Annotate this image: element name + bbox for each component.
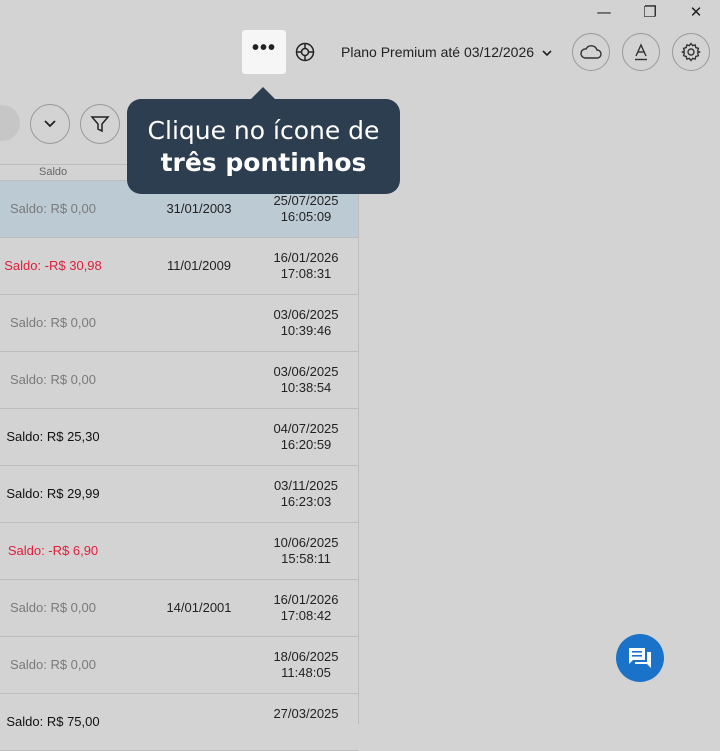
saldo-cell: Saldo: R$ 0,00	[9, 600, 96, 615]
last-update-cell: 18/06/2025 11:48:05	[256, 649, 356, 681]
saldo-cell: Saldo: R$ 0,00	[9, 657, 96, 672]
tooltip-line1: Clique no ícone de	[147, 116, 380, 145]
last-update-time: 16:23:03	[280, 494, 332, 509]
table-row[interactable]: Saldo: -R$ 30,98 11/01/2009 16/01/2026 17:0…	[0, 238, 358, 295]
table-row[interactable]: Saldo: R$ 0,00 03/06/2025 10:39:46	[0, 295, 358, 352]
globe-button[interactable]	[294, 41, 316, 63]
last-update-date: 04/07/2025	[273, 421, 339, 436]
last-update-time: 10:39:46	[280, 323, 332, 338]
saldo-cell: Saldo: R$ 29,99	[6, 486, 100, 501]
last-update-time: 16:20:59	[280, 437, 332, 452]
gear-icon	[681, 42, 701, 62]
last-update-date: 03/06/2025	[273, 364, 339, 379]
minimize-button[interactable]: —	[589, 2, 619, 22]
settings-button[interactable]	[672, 33, 710, 71]
clients-table: Saldo Saldo: R$ 0,00 31/01/2003 25/07/2025…	[0, 164, 359, 751]
table-row[interactable]: Saldo: R$ 25,30 04/07/2025 16:20:59	[0, 409, 358, 466]
filter-button[interactable]	[80, 104, 120, 144]
last-update-cell: 03/06/2025 10:38:54	[256, 364, 356, 396]
last-update-cell: 16/01/2026 17:08:31	[256, 250, 356, 282]
last-update-cell: 03/06/2025 10:39:46	[256, 307, 356, 339]
last-update-time: 16:05:09	[280, 209, 332, 224]
saldo-cell: Saldo: R$ 0,00	[9, 201, 96, 216]
last-update-date: 03/11/2025	[273, 478, 339, 493]
onboarding-tooltip: Clique no ícone de três pontinhos	[127, 99, 400, 194]
font-icon	[635, 43, 647, 61]
tooltip-line2: três pontinhos	[160, 148, 367, 177]
minimize-icon: —	[596, 3, 612, 21]
last-update-time: 11:48:05	[281, 665, 331, 680]
birth-date-cell: 31/01/2003	[166, 201, 232, 216]
close-icon: ✕	[689, 3, 703, 21]
last-update-cell: 04/07/2025 16:20:59	[256, 421, 356, 453]
font-button[interactable]	[622, 33, 660, 71]
chat-icon	[629, 648, 651, 668]
more-dots-icon: •••	[251, 37, 276, 59]
plan-label: Plano Premium até 03/12/2026	[341, 44, 535, 60]
last-update-time: 10:38:54	[280, 380, 332, 395]
last-update-date: 10/06/2025	[273, 535, 339, 550]
last-update-date: 16/01/2026	[273, 250, 339, 265]
saldo-cell: Saldo: -R$ 30,98	[4, 258, 102, 273]
table-row[interactable]: Saldo: R$ 0,00 14/01/2001 16/01/2026 17:08:…	[0, 580, 358, 637]
last-update-date: 18/06/2025	[273, 649, 339, 664]
birth-date-cell: 11/01/2009	[166, 258, 232, 273]
last-update-cell: 25/07/2025 16:05:09	[256, 193, 356, 225]
saldo-cell: Saldo: R$ 75,00	[6, 714, 100, 729]
filter-icon	[90, 116, 110, 133]
saldo-cell: Saldo: R$ 25,30	[6, 429, 100, 444]
plan-dropdown[interactable]: Plano Premium até 03/12/2026	[341, 44, 552, 60]
birth-date-cell: 14/01/2001	[166, 600, 232, 615]
close-window-button[interactable]: ✕	[681, 2, 711, 22]
last-update-cell: 16/01/2026 17:08:42	[256, 592, 356, 624]
chevron-down-icon	[44, 120, 56, 128]
expand-button[interactable]	[30, 104, 70, 144]
table-row[interactable]: Saldo: R$ 0,00 03/06/2025 10:38:54	[0, 352, 358, 409]
saldo-cell: Saldo: -R$ 6,90	[7, 543, 99, 558]
last-update-cell: 10/06/2025 15:58:11	[256, 535, 356, 567]
table-row[interactable]: Saldo: -R$ 6,90 10/06/2025 15:58:11	[0, 523, 358, 580]
last-update-time: 17:08:42	[280, 608, 332, 623]
last-update-date: 03/06/2025	[273, 307, 339, 322]
restore-button[interactable]: ❐	[635, 2, 665, 22]
saldo-cell: Saldo: R$ 0,00	[9, 315, 96, 330]
last-update-time: 15:58:11	[281, 551, 331, 566]
last-update-cell: 03/11/2025 16:23:03	[256, 478, 356, 510]
last-update-time: 17:08:31	[280, 266, 332, 281]
chevron-down-icon	[542, 50, 552, 57]
restore-icon: ❐	[643, 3, 657, 21]
saldo-cell: Saldo: R$ 0,00	[9, 372, 96, 387]
more-options-button[interactable]: •••	[242, 30, 286, 74]
table-row[interactable]: Saldo: R$ 0,00 18/06/2025 11:48:05	[0, 637, 358, 694]
last-update-date: 16/01/2026	[273, 592, 339, 607]
table-row[interactable]: Saldo: R$ 75,00 27/03/2025	[0, 694, 358, 751]
globe-icon	[295, 42, 315, 62]
last-update-date: 25/07/2025	[273, 193, 339, 208]
column-header-saldo: Saldo	[39, 166, 68, 178]
chat-button[interactable]	[616, 634, 664, 682]
cloud-icon	[580, 45, 602, 59]
cloud-button[interactable]	[572, 33, 610, 71]
table-row[interactable]: Saldo: R$ 29,99 03/11/2025 16:23:03	[0, 466, 358, 523]
search-pill[interactable]	[0, 105, 20, 141]
